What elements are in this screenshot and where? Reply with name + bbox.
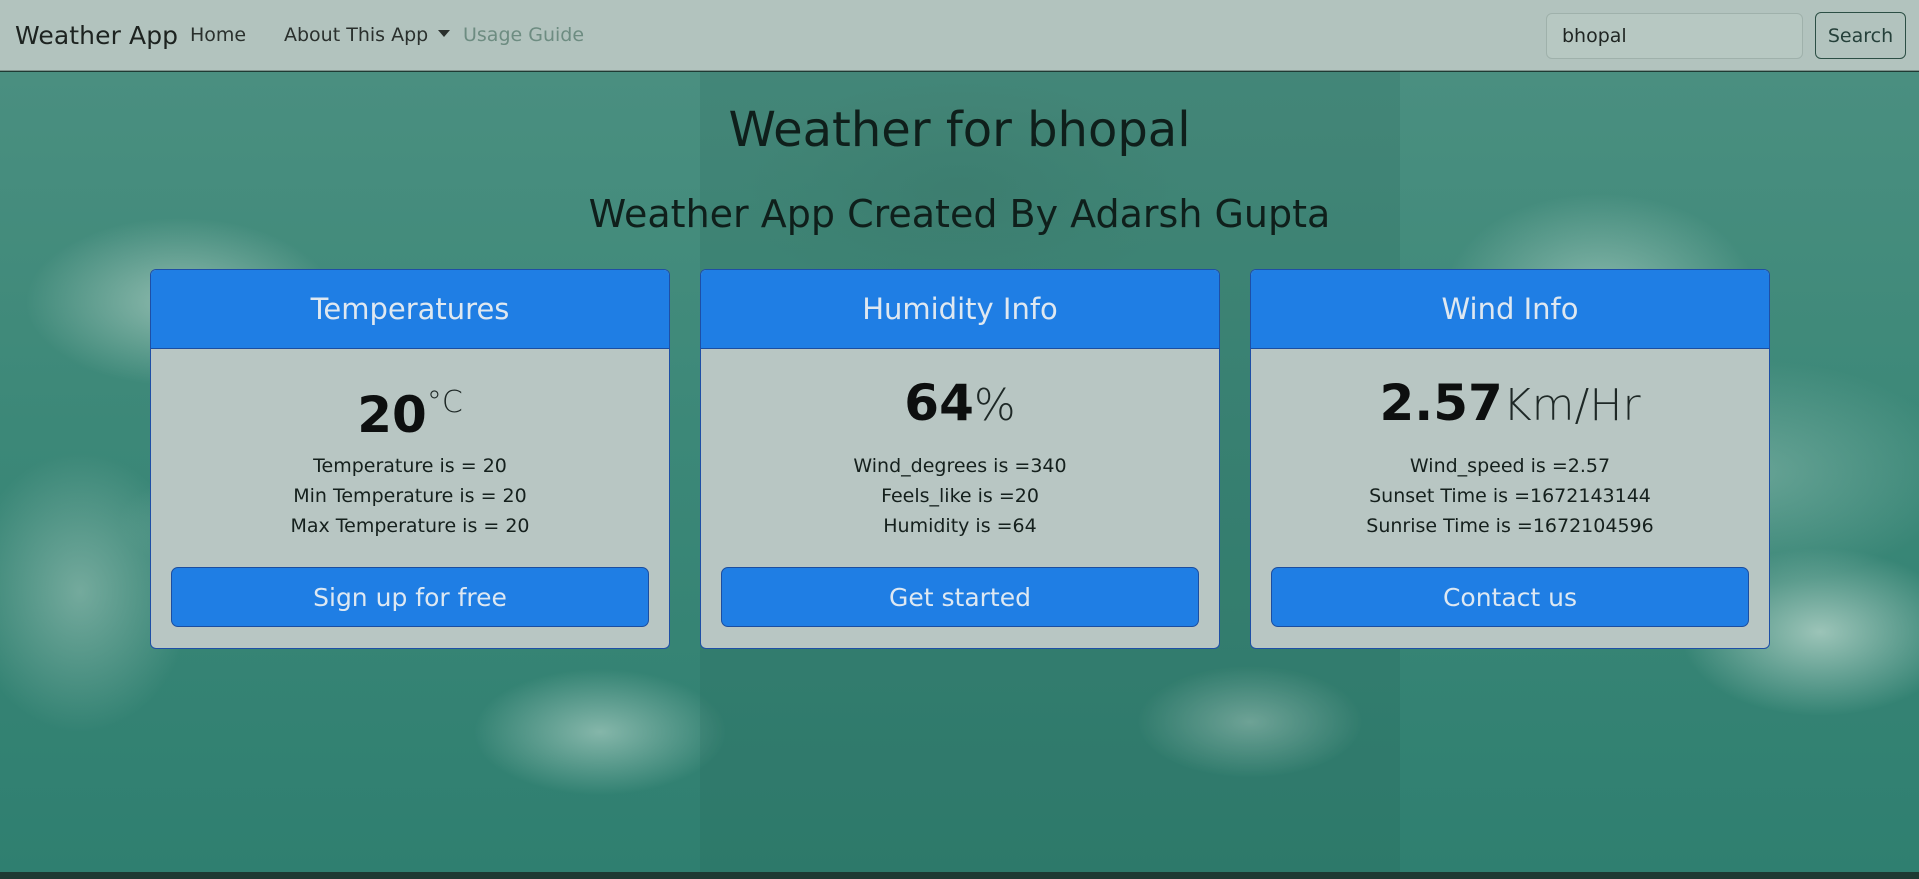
sign-up-button[interactable]: Sign up for free bbox=[171, 567, 649, 627]
brand-link[interactable]: Weather App bbox=[15, 21, 178, 50]
page-subtitle: Weather App Created By Adarsh Gupta bbox=[588, 192, 1331, 236]
chevron-down-icon bbox=[438, 30, 451, 37]
temperature-value: 20 bbox=[357, 386, 427, 444]
card-value: 2.57Km/Hr bbox=[1251, 371, 1769, 435]
card-detail-line: Wind_degrees is =340 bbox=[853, 455, 1067, 477]
card-header: Temperatures bbox=[151, 270, 669, 349]
card-detail-line: Min Temperature is = 20 bbox=[293, 485, 527, 507]
card-detail-line: Wind_speed is =2.57 bbox=[1409, 455, 1611, 477]
card-detail-line: Humidity is =64 bbox=[883, 515, 1037, 537]
humidity-unit: % bbox=[973, 380, 1016, 431]
wind-unit: Km/Hr bbox=[1502, 380, 1641, 431]
card-detail-line: Sunset Time is =1672143144 bbox=[1369, 485, 1651, 507]
card-detail-line: Temperature is = 20 bbox=[313, 455, 507, 477]
search-button[interactable]: Search bbox=[1815, 12, 1906, 59]
humidity-value: 64 bbox=[904, 374, 974, 432]
card-detail-line: Sunrise Time is =1672104596 bbox=[1366, 515, 1654, 537]
nav-about-dropdown[interactable]: About This App bbox=[284, 24, 451, 46]
card-value: 64% bbox=[701, 371, 1219, 435]
page-bottom-edge bbox=[0, 872, 1919, 879]
get-started-button[interactable]: Get started bbox=[721, 567, 1199, 627]
nav-usage-guide-link[interactable]: Usage Guide bbox=[463, 24, 584, 46]
humidity-card: Humidity Info 64% Wind_degrees is =340 F… bbox=[700, 269, 1220, 649]
card-detail-line: Feels_like is =20 bbox=[881, 485, 1039, 507]
nav-about-label: About This App bbox=[284, 24, 429, 46]
card-detail-line: Max Temperature is = 20 bbox=[290, 515, 530, 537]
temperature-unit: °C bbox=[426, 385, 463, 420]
page-title: Weather for bhopal bbox=[728, 102, 1191, 158]
card-header: Humidity Info bbox=[701, 270, 1219, 349]
card-details: Temperature is = 20 Min Temperature is =… bbox=[151, 451, 669, 541]
navbar: Weather App Home About This App Usage Gu… bbox=[0, 0, 1919, 71]
search-input[interactable] bbox=[1546, 13, 1803, 59]
wind-card: Wind Info 2.57Km/Hr Wind_speed is =2.57 … bbox=[1250, 269, 1770, 649]
wind-value: 2.57 bbox=[1379, 374, 1503, 432]
contact-us-button[interactable]: Contact us bbox=[1271, 567, 1749, 627]
weather-page: Weather App Home About This App Usage Gu… bbox=[0, 0, 1919, 879]
nav-home-link[interactable]: Home bbox=[190, 24, 246, 46]
card-value: 20°C bbox=[151, 371, 669, 444]
card-details: Wind_speed is =2.57 Sunset Time is =1672… bbox=[1251, 451, 1769, 541]
card-details: Wind_degrees is =340 Feels_like is =20 H… bbox=[701, 451, 1219, 541]
temperature-card: Temperatures 20°C Temperature is = 20 Mi… bbox=[150, 269, 670, 649]
card-header: Wind Info bbox=[1251, 270, 1769, 349]
